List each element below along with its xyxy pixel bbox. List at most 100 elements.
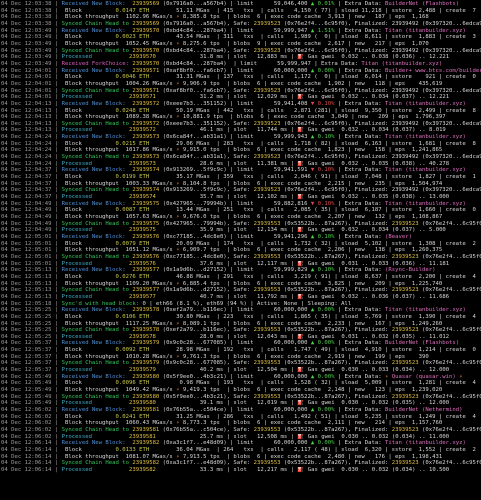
gas-pump-icon: ⛽: [297, 94, 305, 101]
lightning-icon: ⚡: [176, 14, 180, 21]
gas-pump-icon: ⛽: [297, 160, 305, 167]
lightning-icon: ⚡: [176, 453, 180, 460]
log-line: 04 Dec 12:05:01 | Synced Chain Head to 2…: [1, 253, 481, 260]
log-line: 04 Dec 12:05:37 | Block throughput 1010.…: [1, 353, 429, 360]
log-line: 04 Dec 12:03:38 | Block 0.0147 ETH 51.11…: [1, 7, 476, 14]
log-line: 04 Dec 12:04:24 | Block throughput 1017.…: [1, 147, 443, 154]
lightning-icon: ⚡: [176, 247, 180, 254]
gas-pump-icon: ⛽: [297, 194, 305, 201]
lightning-icon: ⚡: [176, 420, 180, 427]
log-line: 04 Dec 12:05:37 | Synced Chain Head to 2…: [1, 360, 481, 367]
log-line: 04 Dec 12:04:13 | Received New Block: 23…: [1, 100, 466, 107]
log-line: 04 Dec 12:05:13 | Synced Chain Head to 2…: [1, 287, 481, 294]
log-line: 04 Dec 12:05:25 | Processed 23939578 28.…: [1, 333, 450, 340]
log-line: 04 Dec 12:06:02 | Received New Block: 23…: [1, 407, 463, 414]
log-line: 04 Dec 12:05:13 | Block 0.0276 ETH 46.88…: [1, 273, 476, 280]
log-line: 04 Dec 12:04:24 | Synced Chain Head to 2…: [1, 154, 481, 161]
log-line: 04 Dec 12:04:49 | Processed 23939575 35.…: [1, 227, 446, 234]
lightning-icon: ⚡: [176, 320, 180, 327]
gas-pump-icon: ⛽: [297, 333, 305, 340]
log-line: 04 Dec 12:06:14 | Processed 23939582 33.…: [1, 466, 450, 473]
log-line: 04 Dec 12:04:13 | Synced Chain Head to 2…: [1, 120, 481, 127]
lightning-icon: ⚡: [176, 214, 180, 220]
lightning-icon: ⚡: [176, 40, 180, 47]
gas-pump-icon: ⛽: [297, 400, 305, 407]
log-line: 04 Dec 12:06:14 | Block throughput 1081.…: [1, 453, 443, 460]
log-line: 04 Dec 12:05:13 | Received New Block: 23…: [1, 267, 436, 274]
log-line: 04 Dec 12:05:49 | Block 0.0096 ETH 0.98 …: [1, 380, 476, 387]
gas-pump-icon: ⛽: [297, 127, 305, 134]
log-line: 04 Dec 12:04:37 | Synced Chain Head to 2…: [1, 187, 481, 194]
gas-pump-icon: ⛽: [297, 260, 305, 267]
log-line: 04 Dec 12:05:49 | Block throughput 1049.…: [1, 387, 443, 394]
log-line: 04 Dec 12:05:49 | Processed 23939580 39.…: [1, 400, 450, 407]
gas-pump-icon: ⛽: [297, 466, 305, 473]
log-line: 04 Dec 12:05:01 | Block throughput 1051.…: [1, 247, 443, 254]
log-line: 04 Dec 12:04:01 | Processed 23939571 31.…: [1, 94, 450, 101]
log-line: 04 Dec 12:06:14 | Block 0.0133 ETH 36.04…: [1, 446, 476, 453]
log-line: 04 Dec 12:04:13 | Block throughput 1089.…: [1, 114, 446, 121]
gas-pump-icon: ⛽: [297, 433, 305, 440]
log-line: 04 Dec 12:05:01 | Processed 23939576 37.…: [1, 260, 450, 267]
log-line: 04 Dec 12:03:49 | Block throughput 1052.…: [1, 40, 429, 47]
log-line: 04 Dec 12:06:14 | Synced Chain Head to 2…: [1, 460, 481, 467]
log-line: 04 Dec 12:04:24 | Received New Block: 23…: [1, 134, 466, 141]
log-line: 04 Dec 12:05:37 | Block 0.0092 ETH 28.98…: [1, 347, 476, 354]
log-line: 04 Dec 12:05:13 | Processed 23939577 40.…: [1, 293, 450, 300]
log-line: 04 Dec 12:05:25 | Block throughput 1117.…: [1, 320, 443, 327]
terminal-window: 04 Dec 12:03:38 | Received New Block: 23…: [0, 0, 481, 500]
gas-pump-icon: ⛽: [297, 54, 305, 61]
log-line: 04 Dec 12:03:49 | Received ForkChoice: 2…: [1, 60, 443, 67]
log-line: 04 Dec 12:06:02 | Synced Chain Head to 2…: [1, 427, 481, 433]
gas-pump-icon: ⛽: [297, 293, 305, 300]
log-line: 04 Dec 12:05:49 | Synced Chain Head to 2…: [1, 393, 481, 400]
gas-pump-icon: ⛽: [297, 367, 305, 374]
log-line: 04 Dec 12:03:49 | Synced Chain Head to 2…: [1, 47, 481, 54]
log-line: 04 Dec 12:04:24 | Processed 23939573 28.…: [1, 160, 450, 167]
log-line: 04 Dec 12:04:01 | Synced Chain Head to 2…: [1, 87, 481, 94]
log-line: 04 Dec 12:04:37 | Block throughput 1003.…: [1, 180, 443, 187]
log-line: 04 Dec 12:06:14 | Received New Block: 23…: [1, 440, 466, 447]
lightning-icon: ⚡: [176, 114, 180, 121]
lightning-icon: ⚡: [176, 353, 180, 360]
lightning-icon: ⚡: [176, 280, 180, 287]
gas-pump-icon: ⛽: [297, 227, 305, 234]
log-line: 04 Dec 12:03:49 | Block 0.0023 ETH 43.54…: [1, 34, 476, 41]
log-line: 04 Dec 12:03:49 | Processed 23939570 31.…: [1, 54, 450, 61]
log-line: 04 Dec 12:05:37 | Received New Block: 23…: [1, 340, 460, 347]
log-line: 04 Dec 12:05:25 | Received New Block: 23…: [1, 307, 466, 314]
lightning-icon: ⚡: [176, 147, 180, 154]
log-line: 04 Dec 12:03:49 | Received New Block: 23…: [1, 27, 466, 34]
lightning-icon: ⚡: [176, 387, 180, 394]
log-line: 04 Dec 12:04:01 | Block throughput 1004.…: [1, 80, 443, 87]
log-line: 04 Dec 12:04:01 | Received New Block: 23…: [1, 67, 481, 74]
log-line: 04 Dec 12:05:01 | Received New Block: 23…: [1, 233, 412, 240]
log-line: 04 Dec 12:05:01 | Block 0.0079 ETH 20.09…: [1, 240, 476, 247]
log-line: 04 Dec 12:05:25 | Block 0.0106 ETH 30.80…: [1, 313, 476, 320]
log-line: 04 Dec 12:04:13 | Block 0.0248 ETH 50.19…: [1, 107, 476, 114]
lightning-icon: ⚡: [385, 373, 389, 380]
log-line: 04 Dec 12:06:02 | Block 0.0241 ETH 31.25…: [1, 413, 476, 420]
log-line: 04 Dec 12:06:02 | Block throughput 1060.…: [1, 420, 443, 427]
log-line: 04 Dec 12:03:38 | Received New Block: 23…: [1, 1, 460, 7]
lightning-icon: ⚡: [176, 180, 180, 187]
log-line: 04 Dec 12:05:25 | Synced Chain Head to 2…: [1, 327, 481, 334]
log-line: 04 Dec 12:03:38 | Block throughput 1102.…: [1, 14, 429, 21]
log-line: 04 Dec 12:04:01 | Block 0.0046 ETH 31.31…: [1, 74, 476, 81]
log-line: 04 Dec 12:04:49 | Block 0.0087 ETH 13.44…: [1, 207, 476, 214]
log-line: 04 Dec 12:04:49 | Received New Block: 23…: [1, 200, 466, 207]
log-line: 04 Dec 12:05:18 | Sync'd with head block…: [1, 300, 352, 307]
log-line: 04 Dec 12:04:13 | Processed 23939572 46.…: [1, 127, 446, 134]
log-line: 04 Dec 12:04:37 | Received New Block: 23…: [1, 167, 466, 174]
log-line: 04 Dec 12:05:37 | Processed 23939579 40.…: [1, 367, 450, 374]
lightning-icon: ⚡: [176, 80, 180, 87]
log-line: 04 Dec 12:04:49 | Block throughput 1057.…: [1, 214, 443, 220]
log-line: 04 Dec 12:04:49 | Synced Chain Head to 2…: [1, 220, 481, 227]
log-line: 04 Dec 12:03:38 | Synced Chain Head to 2…: [1, 20, 481, 27]
log-output: 04 Dec 12:03:38 | Received New Block: 23…: [0, 1, 481, 474]
log-line: 04 Dec 12:04:37 | Processed 23939574 35.…: [1, 194, 450, 201]
log-line: 04 Dec 12:04:24 | Block 0.0215 ETH 29.06…: [1, 140, 476, 147]
log-line: 04 Dec 12:05:13 | Block throughput 1109.…: [1, 280, 443, 287]
log-line: 04 Dec 12:05:49 | Received New Block: 23…: [1, 373, 463, 380]
lightning-icon: ⚡: [459, 373, 463, 380]
